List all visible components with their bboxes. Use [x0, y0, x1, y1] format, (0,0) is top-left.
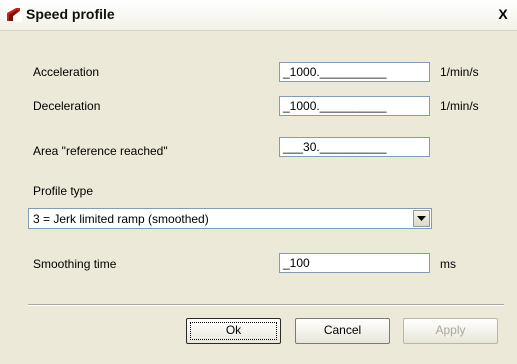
- divider: [28, 304, 504, 306]
- cancel-button-label: Cancel: [323, 323, 362, 337]
- ok-button-label: Ok: [225, 323, 242, 337]
- apply-button[interactable]: Apply: [403, 318, 498, 344]
- smoothing-time-field[interactable]: _100: [279, 253, 430, 273]
- deceleration-label: Deceleration: [33, 99, 101, 113]
- acceleration-field[interactable]: _1000.__________: [279, 62, 430, 82]
- window-title: Speed profile: [26, 6, 115, 22]
- cancel-button[interactable]: Cancel: [295, 318, 390, 344]
- profile-type-label: Profile type: [33, 184, 94, 198]
- profile-type-value: 3 = Jerk limited ramp (smoothed): [33, 212, 209, 226]
- acceleration-unit: 1/min/s: [440, 65, 479, 79]
- profile-type-select[interactable]: 3 = Jerk limited ramp (smoothed): [28, 208, 432, 229]
- chevron-down-icon[interactable]: [413, 210, 430, 227]
- deceleration-field[interactable]: _1000.__________: [279, 96, 430, 116]
- close-icon[interactable]: X: [495, 6, 511, 22]
- speed-profile-app-icon: [6, 6, 22, 22]
- smoothing-time-label: Smoothing time: [33, 257, 117, 271]
- apply-button-label: Apply: [435, 323, 466, 337]
- deceleration-unit: 1/min/s: [440, 99, 479, 113]
- smoothing-time-unit: ms: [440, 257, 456, 271]
- title-bar: Speed profile X: [0, 0, 517, 31]
- dialog-body: Acceleration _1000.__________ 1/min/s De…: [0, 31, 517, 364]
- ok-button[interactable]: Ok: [186, 318, 281, 344]
- area-reached-label: Area "reference reached": [33, 144, 168, 158]
- acceleration-label: Acceleration: [33, 65, 100, 79]
- area-reached-field[interactable]: ___30.__________: [279, 137, 430, 157]
